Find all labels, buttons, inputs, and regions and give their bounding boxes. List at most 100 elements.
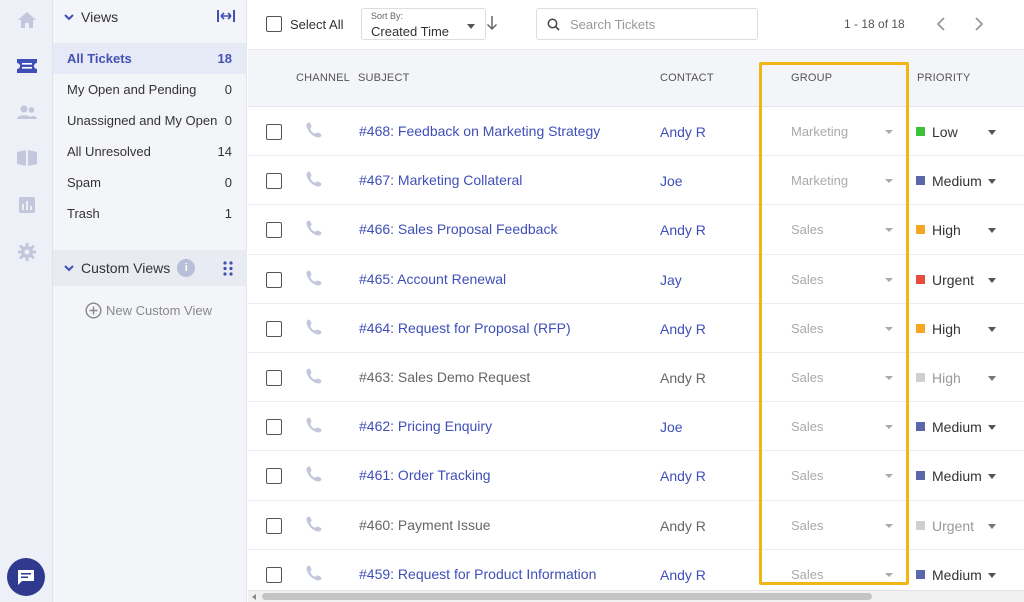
priority-dropdown[interactable]: Low xyxy=(932,124,958,140)
priority-dropdown[interactable]: High xyxy=(932,370,961,386)
custom-views-header[interactable]: Custom Views i xyxy=(53,250,247,286)
contact-link[interactable]: Andy R xyxy=(660,370,706,386)
info-icon[interactable]: i xyxy=(177,259,196,277)
ticket-subject-link[interactable]: #467: Marketing Collateral xyxy=(359,172,522,188)
row-checkbox[interactable] xyxy=(266,369,282,386)
priority-dropdown[interactable]: Medium xyxy=(932,173,982,189)
scroll-left-icon[interactable] xyxy=(252,594,256,600)
caret-down-icon[interactable] xyxy=(988,572,996,578)
search-box[interactable] xyxy=(536,8,758,40)
priority-dropdown[interactable]: Medium xyxy=(932,567,982,583)
caret-down-icon[interactable] xyxy=(988,375,996,381)
ticket-subject-link[interactable]: #464: Request for Proposal (RFP) xyxy=(359,320,571,336)
chat-button[interactable] xyxy=(7,558,45,596)
group-dropdown[interactable]: Sales xyxy=(791,518,824,533)
contact-link[interactable]: Andy R xyxy=(660,468,706,484)
ticket-subject-link[interactable]: #465: Account Renewal xyxy=(359,271,506,287)
caret-down-icon[interactable] xyxy=(988,130,996,135)
table-row[interactable]: #464: Request for Proposal (RFP) Andy R Sa… xyxy=(248,303,1024,353)
sort-by-dropdown[interactable]: Sort By: Created Time xyxy=(361,8,486,40)
table-row[interactable]: #466: Sales Proposal Feedback Andy R Sales… xyxy=(248,205,1024,255)
reports-icon[interactable] xyxy=(15,193,39,217)
priority-dropdown[interactable]: High xyxy=(932,321,961,337)
contacts-icon[interactable] xyxy=(15,100,39,124)
contact-link[interactable]: Joe xyxy=(660,419,683,435)
view-item-spam[interactable]: Spam 0 xyxy=(53,167,246,198)
contact-link[interactable]: Jay xyxy=(660,272,682,288)
table-row[interactable]: #463: Sales Demo Request Andy R Sales High xyxy=(248,352,1024,403)
caret-down-icon[interactable] xyxy=(988,474,996,480)
knowledge-base-icon[interactable] xyxy=(15,146,39,170)
priority-dropdown[interactable]: High xyxy=(932,222,961,238)
ticket-subject-link[interactable]: #466: Sales Proposal Feedback xyxy=(359,221,557,237)
tickets-icon[interactable] xyxy=(15,54,39,78)
group-dropdown[interactable]: Sales xyxy=(791,419,824,434)
horizontal-scrollbar[interactable] xyxy=(248,590,1024,602)
table-row[interactable]: #462: Pricing Enquiry Joe Sales Medium xyxy=(248,402,1024,452)
settings-icon[interactable] xyxy=(15,240,39,264)
scrollbar-thumb[interactable] xyxy=(262,593,872,600)
group-dropdown[interactable]: Sales xyxy=(791,567,824,582)
row-checkbox[interactable] xyxy=(266,419,282,436)
column-header-subject[interactable]: SUBJECT xyxy=(358,72,410,84)
column-header-priority[interactable]: PRIORITY xyxy=(917,72,971,84)
table-row[interactable]: #467: Marketing Collateral Joe Marketing Me… xyxy=(248,156,1024,206)
view-item-all-unresolved[interactable]: All Unresolved 14 xyxy=(53,136,246,167)
view-item-unassigned-and-my-open[interactable]: Unassigned and My Open 0 xyxy=(53,105,246,136)
select-all-checkbox[interactable] xyxy=(266,16,282,32)
ticket-subject-link[interactable]: #460: Payment Issue xyxy=(359,517,491,533)
group-dropdown[interactable]: Marketing xyxy=(791,124,848,139)
collapse-panel-icon[interactable] xyxy=(216,8,236,29)
drag-handle-icon[interactable] xyxy=(223,261,233,281)
row-checkbox[interactable] xyxy=(266,320,282,337)
caret-down-icon[interactable] xyxy=(988,277,996,283)
select-all[interactable]: Select All xyxy=(266,16,343,32)
contact-link[interactable]: Joe xyxy=(660,173,683,189)
contact-link[interactable]: Andy R xyxy=(660,518,706,534)
group-dropdown[interactable]: Sales xyxy=(791,370,824,385)
contact-link[interactable]: Andy R xyxy=(660,567,706,583)
caret-down-icon[interactable] xyxy=(988,425,996,431)
row-checkbox[interactable] xyxy=(266,517,282,534)
group-dropdown[interactable]: Sales xyxy=(791,272,824,287)
sort-direction-icon[interactable] xyxy=(486,15,498,36)
table-row[interactable]: #461: Order Tracking Andy R Sales Medium xyxy=(248,451,1024,501)
contact-link[interactable]: Andy R xyxy=(660,222,706,238)
group-dropdown[interactable]: Sales xyxy=(791,222,824,237)
row-checkbox[interactable] xyxy=(266,124,282,140)
caret-down-icon[interactable] xyxy=(988,326,996,332)
row-checkbox[interactable] xyxy=(266,271,282,288)
next-page-icon[interactable] xyxy=(973,16,985,37)
column-header-group[interactable]: GROUP xyxy=(791,72,832,84)
contact-link[interactable]: Andy R xyxy=(660,321,706,337)
group-dropdown[interactable]: Marketing xyxy=(791,173,848,188)
ticket-subject-link[interactable]: #462: Pricing Enquiry xyxy=(359,418,492,434)
row-checkbox[interactable] xyxy=(266,222,282,239)
priority-dropdown[interactable]: Medium xyxy=(932,419,982,435)
row-checkbox[interactable] xyxy=(266,566,282,583)
view-item-my-open-and-pending[interactable]: My Open and Pending 0 xyxy=(53,74,246,105)
table-row[interactable]: #465: Account Renewal Jay Sales Urgent xyxy=(248,254,1024,304)
priority-dropdown[interactable]: Urgent xyxy=(932,518,974,534)
table-row[interactable]: #460: Payment Issue Andy R Sales Urgent xyxy=(248,500,1024,550)
view-item-trash[interactable]: Trash 1 xyxy=(53,198,246,229)
caret-down-icon[interactable] xyxy=(988,523,996,529)
ticket-subject-link[interactable]: #463: Sales Demo Request xyxy=(359,369,530,385)
ticket-subject-link[interactable]: #461: Order Tracking xyxy=(359,467,491,483)
views-header[interactable]: Views xyxy=(53,0,246,34)
table-row[interactable]: #468: Feedback on Marketing Strategy Andy… xyxy=(248,107,1024,157)
caret-down-icon[interactable] xyxy=(988,228,996,234)
group-dropdown[interactable]: Sales xyxy=(791,468,824,483)
new-custom-view-button[interactable]: New Custom View xyxy=(85,302,212,319)
row-checkbox[interactable] xyxy=(266,173,282,190)
home-icon[interactable] xyxy=(15,8,39,32)
ticket-subject-link[interactable]: #459: Request for Product Information xyxy=(359,566,596,582)
search-input[interactable] xyxy=(570,16,740,32)
priority-dropdown[interactable]: Medium xyxy=(932,468,982,484)
caret-down-icon[interactable] xyxy=(988,179,996,185)
column-header-contact[interactable]: CONTACT xyxy=(660,72,714,84)
priority-dropdown[interactable]: Urgent xyxy=(932,272,974,288)
previous-page-icon[interactable] xyxy=(935,16,947,37)
row-checkbox[interactable] xyxy=(266,468,282,485)
group-dropdown[interactable]: Sales xyxy=(791,321,824,336)
